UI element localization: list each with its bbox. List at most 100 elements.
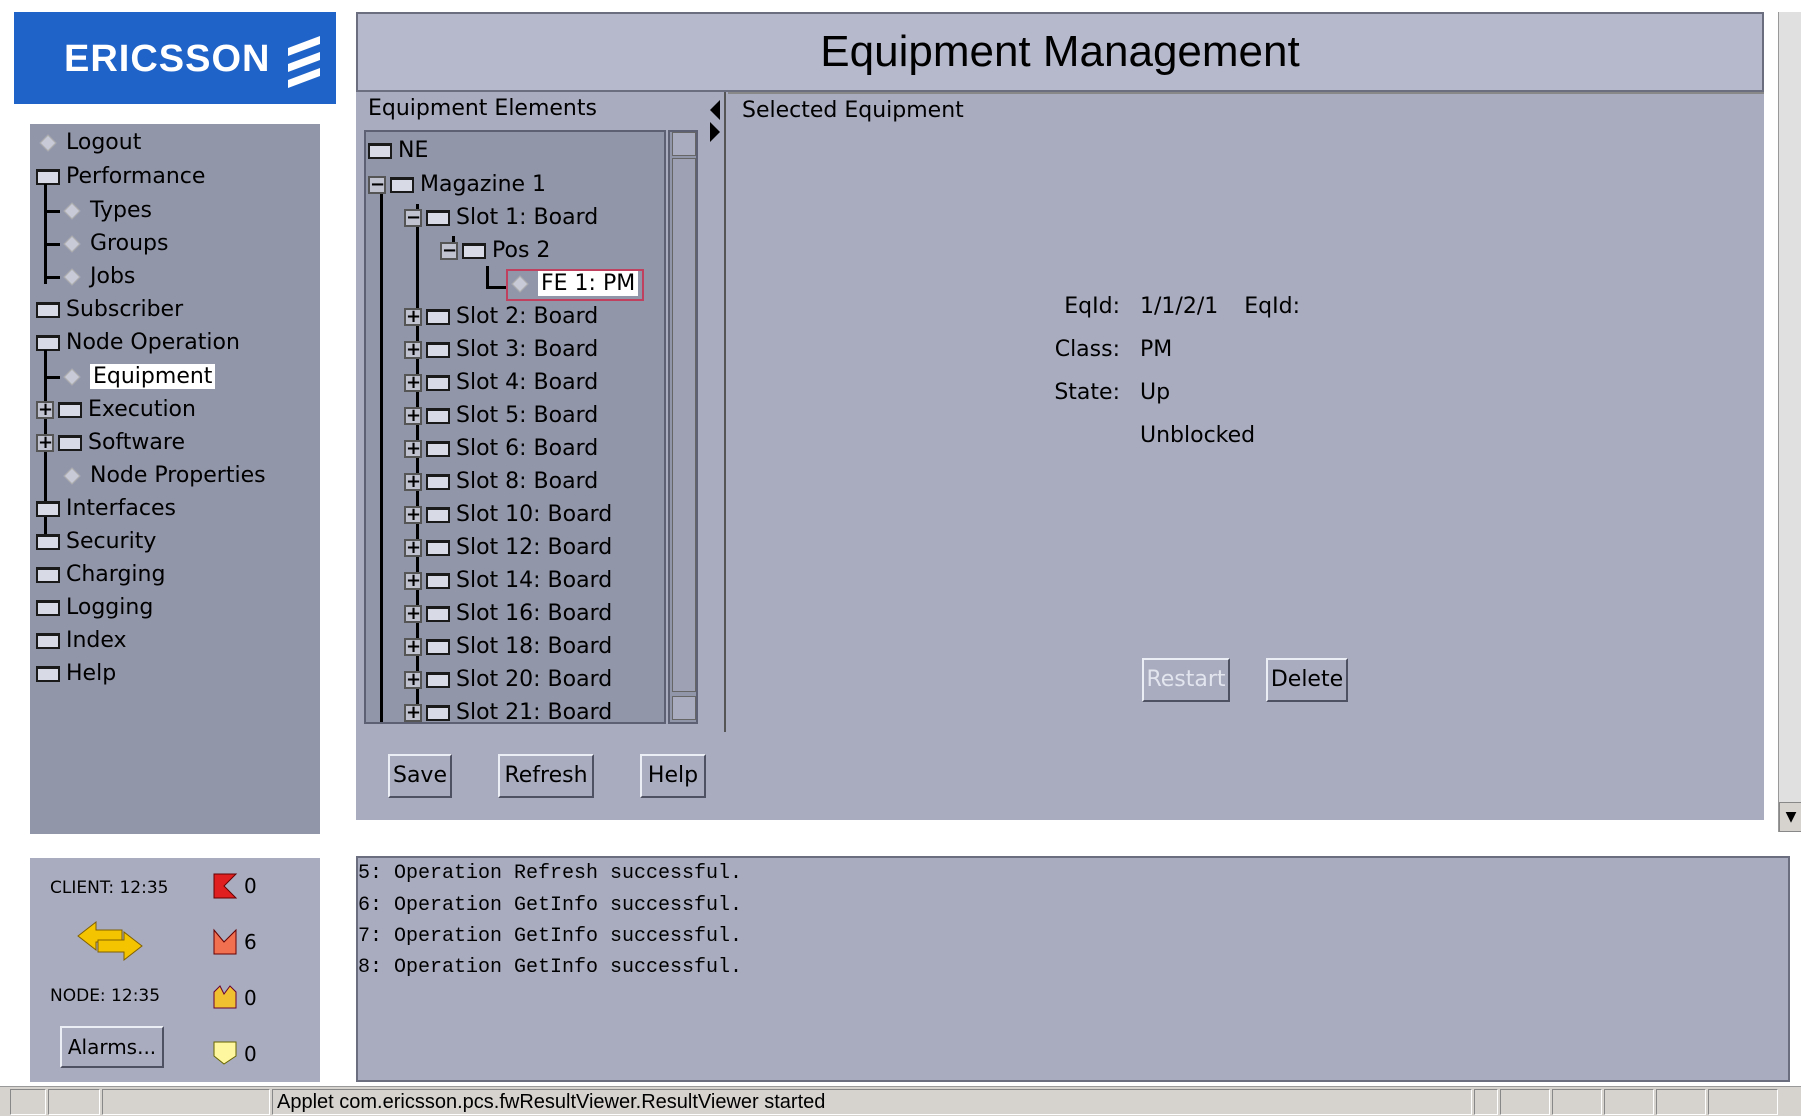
tree-node-slot-8[interactable]: + Slot 8: Board [404,467,598,497]
state-field-value-2: Unblocked [1140,423,1256,448]
folder-icon [426,606,450,622]
sidebar-item-logging[interactable]: Logging [36,593,153,623]
document-icon[interactable] [1474,1089,1498,1115]
tree-node-magazine-1[interactable]: − Magazine 1 [368,170,546,200]
expand-icon[interactable]: + [404,440,422,458]
expand-icon[interactable]: + [404,473,422,491]
expand-icon[interactable]: + [404,341,422,359]
log-line: 7: Operation GetInfo successful. [358,925,743,948]
ericsson-logo: ERICSSON [14,12,336,104]
folder-icon [426,507,450,523]
tree-node-slot-14[interactable]: + Slot 14: Board [404,566,612,596]
scroll-down-arrow-icon[interactable]: ▼ [1779,802,1801,832]
sidebar-item-groups[interactable]: Groups [60,229,168,259]
folder-icon [58,402,82,418]
warning-count: 0 [244,1042,257,1066]
tree-node-pos-2[interactable]: − Pos 2 [440,236,550,266]
sidebar-item-logout[interactable]: Logout [36,128,141,158]
restart-button[interactable]: Restart [1142,658,1230,702]
expand-icon[interactable]: + [404,671,422,689]
tree-node-slot-4[interactable]: + Slot 4: Board [404,368,598,398]
tree-scrollbar[interactable] [668,130,698,724]
folder-icon [462,243,486,259]
sidebar-item-execution[interactable]: + Execution [36,395,196,425]
folder-icon [390,177,414,193]
expand-icon[interactable]: + [404,506,422,524]
collapse-icon[interactable]: − [368,176,386,194]
scroll-up-arrow-icon[interactable] [672,132,696,156]
eqid-field-value: 1/1/2/1 [1140,294,1219,319]
sidebar-item-security[interactable]: Security [36,527,156,557]
diamond-icon [63,268,81,286]
expand-icon[interactable]: + [404,407,422,425]
messenger-icon[interactable] [1604,1089,1654,1115]
address-book-icon[interactable] [1656,1089,1706,1115]
sidebar-item-charging[interactable]: Charging [36,560,165,590]
expand-icon[interactable]: + [404,539,422,557]
tree-node-slot-3[interactable]: + Slot 3: Board [404,335,598,365]
tree-node-slot-5[interactable]: + Slot 5: Board [404,401,598,431]
sidebar-item-help[interactable]: Help [36,659,116,689]
sidebar-item-node-operation[interactable]: Node Operation [36,328,240,358]
tree-node-ne[interactable]: NE [368,136,428,166]
folder-icon [36,534,60,550]
selected-equipment-panel: Selected Equipment EqId: [728,92,1764,732]
sidebar-item-equipment[interactable]: Equipment [60,362,216,392]
major-count: 6 [244,930,257,954]
splitter-arrows-icon[interactable] [704,92,726,152]
alarms-button[interactable]: Alarms... [60,1026,164,1068]
tree-node-slot-18[interactable]: + Slot 18: Board [404,632,612,662]
folder-icon [36,666,60,682]
composer-icon[interactable] [1708,1089,1778,1115]
sidebar-item-index[interactable]: Index [36,626,127,656]
expand-icon[interactable]: + [36,434,54,452]
scroll-thumb[interactable] [672,158,696,692]
sidebar-item-node-properties[interactable]: Node Properties [60,461,266,491]
sidebar-item-interfaces[interactable]: Interfaces [36,494,176,524]
download-icon[interactable] [1552,1089,1602,1115]
diamond-icon [63,202,81,220]
log-line: 5: Operation Refresh successful. [358,862,743,885]
state-field-value: Up [1140,380,1171,405]
sidebar-item-performance[interactable]: Performance [36,162,205,192]
tree-node-fe-1-pm[interactable]: FE 1: PM [506,269,645,301]
delete-button[interactable]: Delete [1266,658,1348,702]
sidebar-item-subscriber[interactable]: Subscriber [36,295,183,325]
tree-node-slot-21[interactable]: + Slot 21: Board [404,698,612,722]
tree-node-slot-1[interactable]: − Slot 1: Board [404,203,598,233]
collapse-icon[interactable]: − [440,242,458,260]
log-line: 6: Operation GetInfo successful. [358,894,743,917]
expand-icon[interactable]: + [404,374,422,392]
folder-icon [426,408,450,424]
tree-node-slot-10[interactable]: + Slot 10: Board [404,500,612,530]
sidebar-item-software[interactable]: + Software [36,428,185,458]
sidebar-item-jobs[interactable]: Jobs [60,262,135,292]
equipment-elements-heading: Equipment Elements [368,96,597,121]
sidebar-item-types[interactable]: Types [60,196,152,226]
panel-splitter[interactable] [704,92,726,732]
help-button[interactable]: Help [640,754,706,798]
tree-node-slot-16[interactable]: + Slot 16: Board [404,599,612,629]
tree-node-slot-12[interactable]: + Slot 12: Board [404,533,612,563]
folder-icon [426,672,450,688]
refresh-button[interactable]: Refresh [498,754,594,798]
scroll-down-arrow-icon[interactable] [672,696,696,720]
folder-icon [36,501,60,517]
folder-icon [426,705,450,721]
network-icon[interactable] [1500,1089,1550,1115]
expand-icon[interactable]: + [404,308,422,326]
expand-icon[interactable]: + [404,704,422,722]
collapse-icon[interactable]: − [404,209,422,227]
expand-icon[interactable]: + [404,605,422,623]
minor-count: 0 [244,986,257,1010]
page-scrollbar[interactable]: ▼ [1778,12,1801,832]
tree-node-slot-2[interactable]: + Slot 2: Board [404,302,598,332]
equipment-tree[interactable]: NE − Magazine 1 − Slot 1: Board − Pos 2 FE … [364,130,666,724]
expand-icon[interactable]: + [36,401,54,419]
plugin-icon [48,1089,100,1115]
tree-node-slot-20[interactable]: + Slot 20: Board [404,665,612,695]
expand-icon[interactable]: + [404,638,422,656]
tree-node-slot-6[interactable]: + Slot 6: Board [404,434,598,464]
save-button[interactable]: Save [388,754,452,798]
expand-icon[interactable]: + [404,572,422,590]
